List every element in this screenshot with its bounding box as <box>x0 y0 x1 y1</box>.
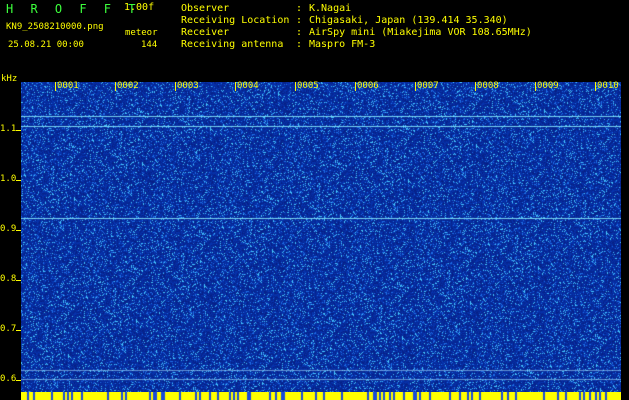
location-sep: : <box>296 15 303 26</box>
x-tick-mark <box>115 82 116 91</box>
y-tick-mark <box>16 280 21 281</box>
location-value: Chigasaki, Japan (139.414 35.340) <box>309 15 508 26</box>
x-tick-label: 0001 <box>57 81 79 91</box>
date-time: 25.08.21 00:00 <box>8 40 84 50</box>
x-tick-label: 0006 <box>357 81 379 91</box>
y-tick-label: 0.6 <box>0 374 17 384</box>
x-tick-mark <box>415 82 416 91</box>
antenna-label: Receiving antenna <box>181 39 284 50</box>
receiver-sep: : <box>296 27 303 38</box>
x-tick-mark <box>595 82 596 91</box>
x-tick-mark <box>295 82 296 91</box>
y-tick-mark <box>16 380 21 381</box>
meteor-count: 144 <box>141 40 158 50</box>
antenna-sep: : <box>296 39 303 50</box>
x-tick-label: 0003 <box>177 81 199 91</box>
y-tick-mark <box>16 230 21 231</box>
x-tick-label: 0007 <box>417 81 439 91</box>
meteor-label: meteor <box>125 28 158 38</box>
y-tick-label: 1.0 <box>0 174 17 184</box>
x-tick-mark <box>355 82 356 91</box>
x-tick-label: 0002 <box>117 81 139 91</box>
y-tick-mark <box>16 180 21 181</box>
spectrogram-canvas <box>21 82 621 393</box>
observer-label: Observer <box>181 3 230 14</box>
y-axis-unit: kHz <box>1 74 18 84</box>
x-tick-mark <box>235 82 236 91</box>
hrofft-window: H R O F F T 1.00f KN9_2508210000.png met… <box>0 0 629 400</box>
x-tick-label: 0010 <box>597 81 619 91</box>
observer-value: K.Nagai <box>309 3 352 14</box>
app-version: 1.00f <box>124 2 155 13</box>
x-tick-label: 0005 <box>297 81 319 91</box>
y-tick-label: 0.9 <box>0 224 17 234</box>
receiver-value: AirSpy mini (Miakejima VOR 108.65MHz) <box>309 27 532 38</box>
signal-bar <box>21 392 621 400</box>
y-tick-mark <box>16 330 21 331</box>
observer-sep: : <box>296 3 303 14</box>
y-tick-mark <box>16 130 21 131</box>
x-tick-mark <box>55 82 56 91</box>
x-tick-label: 0009 <box>537 81 559 91</box>
y-tick-label: 1.1 <box>0 124 17 134</box>
x-tick-mark <box>175 82 176 91</box>
antenna-value: Maspro FM-3 <box>309 39 376 50</box>
app-brand: H R O F F T <box>6 2 141 16</box>
y-tick-label: 0.7 <box>0 324 17 334</box>
location-label: Receiving Location <box>181 15 290 26</box>
x-tick-mark <box>475 82 476 91</box>
receiver-label: Receiver <box>181 27 230 38</box>
y-tick-label: 0.8 <box>0 274 17 284</box>
x-tick-label: 0008 <box>477 81 499 91</box>
file-name: KN9_2508210000.png <box>6 22 104 32</box>
x-tick-label: 0004 <box>237 81 259 91</box>
x-tick-mark <box>535 82 536 91</box>
